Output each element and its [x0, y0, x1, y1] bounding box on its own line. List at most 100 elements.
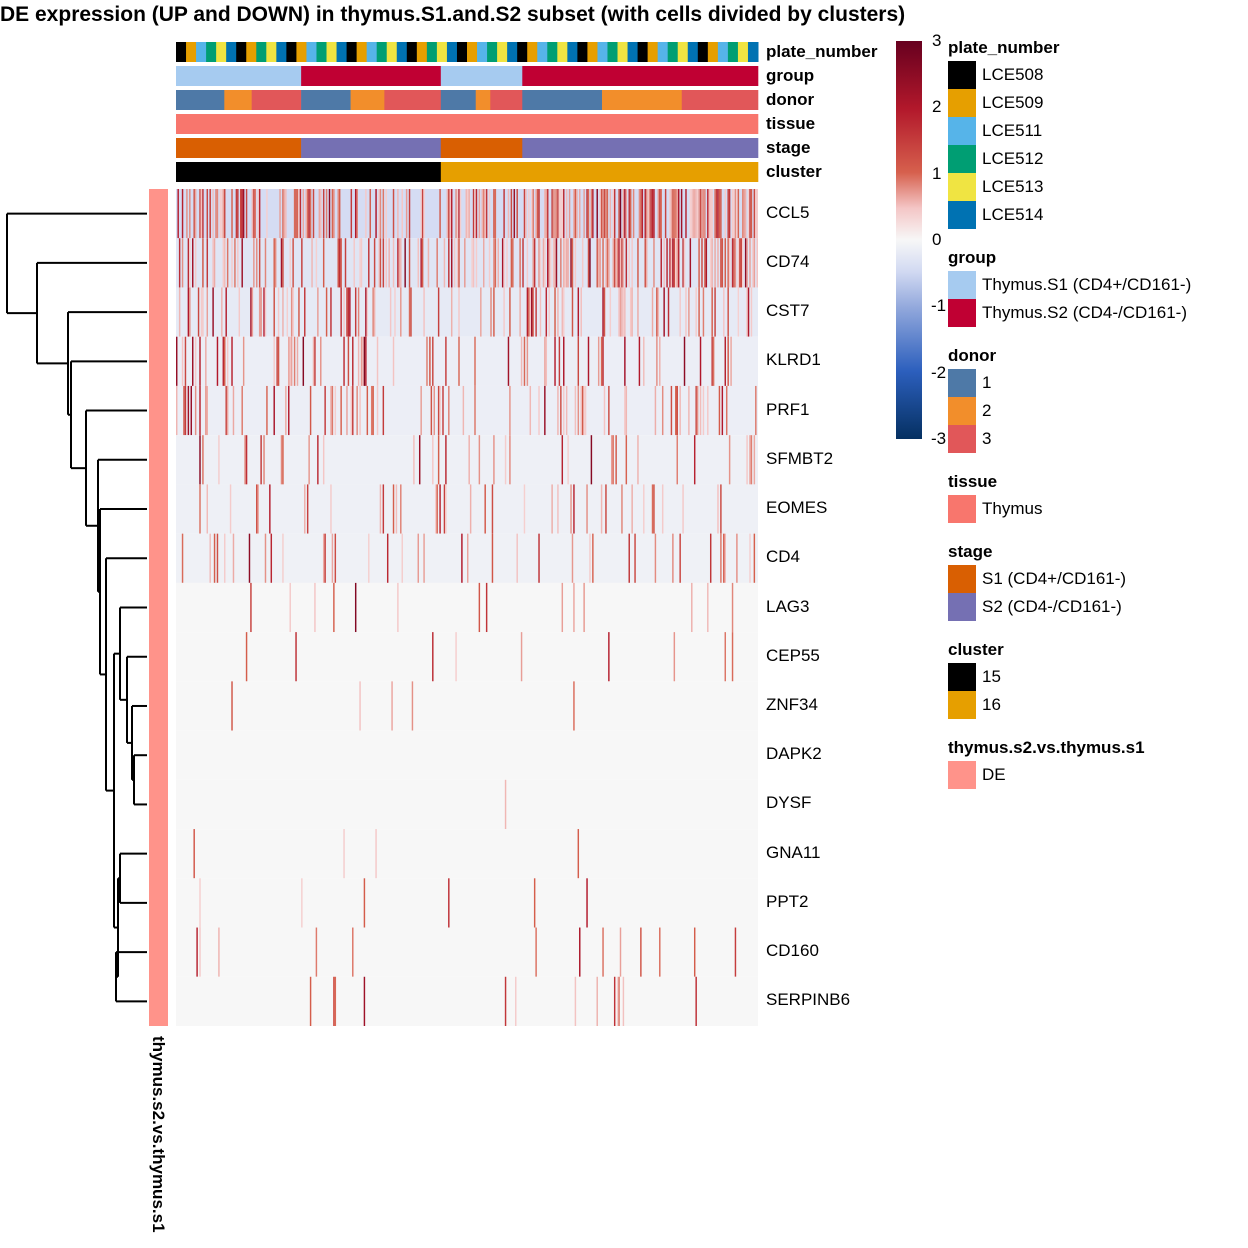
heatmap-cell	[693, 189, 696, 239]
heatmap-cell	[675, 385, 677, 436]
heatmap-cell	[675, 238, 677, 288]
heatmap-cell	[608, 632, 610, 682]
heatmap-cell	[382, 189, 385, 239]
heatmap-cell	[235, 189, 238, 239]
heatmap-cell	[504, 435, 507, 485]
heatmap-cell	[661, 484, 664, 534]
heatmap-cell	[199, 385, 201, 436]
heatmap-cell	[260, 287, 262, 337]
annotation-cell-plate-number	[507, 42, 518, 62]
heatmap-cell	[212, 287, 214, 337]
heatmap-cell	[202, 435, 204, 485]
heatmap-cell	[488, 189, 491, 239]
heatmap-cell	[535, 927, 537, 977]
heatmap-cell	[337, 238, 339, 288]
heatmap-cell	[417, 238, 419, 288]
heatmap-cell	[586, 878, 588, 928]
heatmap-cell	[485, 189, 488, 239]
annotation-segment-donor	[301, 90, 351, 110]
heatmap-cell	[315, 927, 318, 977]
heatmap-cell	[363, 878, 366, 928]
heatmap-cell	[606, 189, 609, 239]
heatmap-cell	[397, 189, 399, 239]
heatmap-cell	[625, 189, 628, 239]
heatmap-cell	[538, 238, 540, 288]
heatmap-cell	[753, 533, 756, 583]
heatmap-cell	[721, 238, 724, 288]
heatmap-cell	[621, 484, 623, 534]
heatmap-cell	[260, 435, 262, 485]
heatmap-cell	[194, 385, 197, 436]
heatmap-cell	[392, 336, 395, 386]
heatmap-cell	[609, 189, 612, 239]
heatmap-cell	[315, 238, 318, 288]
annotation-segment-stage	[522, 138, 759, 158]
heatmap-cell	[222, 238, 225, 288]
heatmap-cell	[602, 287, 604, 337]
heatmap-cell	[516, 533, 518, 583]
heatmap-cell	[587, 336, 590, 386]
color-scale-tick: -2	[931, 362, 947, 382]
heatmap-cell	[603, 287, 606, 337]
heatmap-cell	[643, 484, 645, 534]
heatmap-cell	[356, 189, 358, 239]
heatmap-cell	[413, 435, 415, 485]
annotation-name-tissue: tissue	[766, 114, 816, 133]
color-scale-tick: -3	[931, 429, 947, 448]
heatmap-cell	[347, 287, 350, 337]
annotation-segment-group	[522, 66, 759, 86]
annotation-cell-plate-number	[487, 42, 498, 62]
heatmap-cell	[704, 238, 706, 288]
heatmap-cell	[434, 484, 437, 534]
legend-swatch	[948, 89, 976, 117]
heatmap-cell	[324, 385, 326, 436]
heatmap-cell	[193, 829, 195, 879]
heatmap-cell	[478, 189, 481, 239]
heatmap-cell	[385, 238, 387, 288]
heatmap-cell	[282, 435, 284, 485]
heatmap-cell	[589, 238, 591, 288]
heatmap-cell	[752, 238, 754, 288]
heatmap-cell	[702, 385, 705, 436]
heatmap-cell	[599, 238, 601, 288]
legend-label: LCE508	[982, 65, 1044, 84]
heatmap-cell	[672, 533, 674, 583]
heatmap-cell	[312, 336, 315, 386]
heatmap-cell	[373, 287, 376, 337]
legend-swatch	[948, 495, 976, 523]
annotation-cell-plate-number	[567, 42, 578, 62]
heatmap-cell	[181, 533, 184, 583]
heatmap-cell	[692, 189, 694, 239]
heatmap-row-bg	[176, 730, 758, 780]
heatmap-cell	[515, 976, 517, 1026]
heatmap-cell	[605, 238, 607, 288]
heatmap-cell	[580, 385, 582, 436]
heatmap-cell	[436, 484, 438, 534]
heatmap-cell	[522, 238, 524, 288]
heatmap-cell	[659, 189, 661, 239]
heatmap-cell	[552, 189, 555, 239]
color-scale-tick: 3	[932, 31, 942, 50]
heatmap-cell	[333, 189, 335, 239]
heatmap-cell	[205, 385, 207, 436]
annotation-cell-plate-number	[346, 42, 358, 62]
heatmap-cell	[656, 336, 658, 386]
heatmap-cell	[625, 238, 628, 288]
annotation-cell-plate-number	[286, 42, 297, 62]
heatmap-cell	[202, 238, 204, 288]
heatmap-cell	[343, 336, 345, 386]
heatmap-cell	[565, 385, 568, 436]
heatmap-cell	[443, 484, 446, 534]
heatmap-cell	[234, 238, 236, 288]
heatmap-cell	[611, 435, 613, 485]
heatmap-cell	[187, 385, 190, 436]
heatmap-cell	[571, 287, 574, 337]
heatmap-cell	[485, 582, 488, 633]
heatmap-cell	[682, 484, 684, 534]
heatmap-cell	[699, 336, 702, 386]
heatmap-cell	[704, 189, 706, 239]
row-label: PPT2	[766, 891, 809, 911]
heatmap-cell	[619, 287, 622, 337]
heatmap-cell	[462, 385, 465, 436]
heatmap-cell	[314, 582, 316, 633]
